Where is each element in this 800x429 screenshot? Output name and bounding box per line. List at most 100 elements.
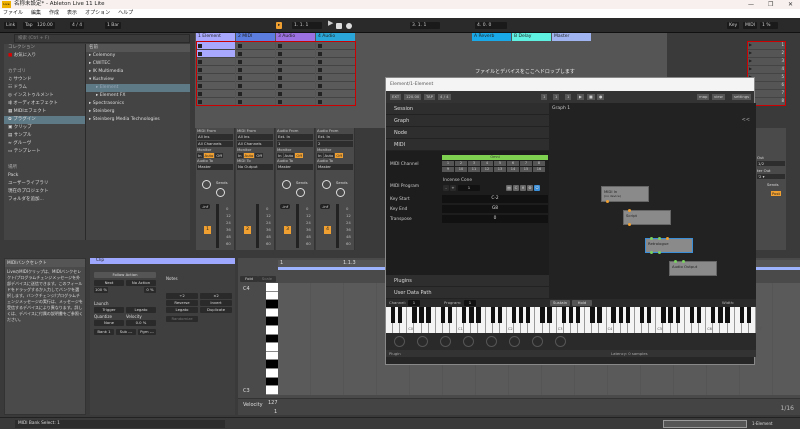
black-key[interactable] [739, 307, 744, 323]
browser-folder[interactable]: ▸ Element [86, 84, 190, 92]
volume-readout[interactable]: -inf [280, 204, 291, 209]
halve-button[interactable]: ÷2 [166, 293, 198, 299]
output-select[interactable]: No Output [237, 164, 273, 170]
monitor-off-button[interactable]: Off [215, 153, 223, 158]
black-key[interactable] [266, 300, 278, 309]
key-start-field[interactable]: C-2 [442, 195, 548, 203]
settings-button[interactable]: settings [732, 94, 752, 100]
section-node[interactable]: Node [386, 127, 549, 139]
chance-a-field[interactable]: 100 % [94, 287, 108, 293]
send-a-knob[interactable] [202, 180, 211, 189]
sustain-button[interactable]: Sustain [550, 300, 570, 306]
macro-knob[interactable] [394, 336, 405, 347]
white-key[interactable] [266, 283, 278, 292]
tempo-field[interactable]: 120.00 [404, 94, 422, 100]
category-item[interactable]: ☷ ドラム [4, 84, 85, 92]
macro-knob[interactable] [555, 336, 566, 347]
black-key[interactable] [675, 307, 680, 323]
black-key[interactable] [625, 307, 631, 323]
channel-toggle[interactable]: 14 [507, 167, 519, 172]
loop-length-field[interactable]: 4. 0. 0 [475, 22, 507, 29]
ext-button[interactable]: EXT [390, 94, 402, 100]
scale-button[interactable]: Scale [258, 276, 276, 282]
category-item[interactable]: ◎ インストゥルメント [4, 92, 85, 100]
menu-create[interactable]: 作成 [49, 9, 59, 18]
white-key[interactable] [266, 343, 278, 352]
input-type-select[interactable]: Ext. In [317, 134, 353, 140]
map-button[interactable]: map [697, 94, 710, 100]
section-session[interactable]: Session [386, 103, 549, 115]
category-item[interactable]: ⇶ オーディオエフェクト [4, 100, 85, 108]
browser-folder[interactable]: ▸ Element FX [86, 92, 190, 100]
close-button[interactable]: ✕ [788, 0, 793, 9]
channel-toggle[interactable]: 16 [533, 167, 545, 172]
category-item[interactable]: ▦ MIDIエフェクト [4, 108, 85, 116]
black-key[interactable] [412, 307, 417, 323]
program-field[interactable]: 1 [464, 300, 476, 306]
legato-notes-button[interactable]: Legato [166, 307, 198, 313]
omni-toggle[interactable]: Omni [442, 155, 548, 160]
power-icon[interactable]: ⏻ [534, 185, 540, 191]
beat-field[interactable]: 1 [553, 94, 560, 100]
black-key[interactable] [511, 307, 517, 323]
place-item[interactable]: ユーザーライブラリ [4, 180, 85, 188]
black-key[interactable] [597, 307, 602, 323]
velocity-field[interactable]: 0.0 % [126, 320, 156, 326]
output-select[interactable]: Master [277, 164, 313, 170]
menu-file[interactable]: ファイル [3, 9, 23, 18]
stop-button[interactable]: ■ [587, 94, 595, 100]
program-value[interactable]: 1 [458, 185, 480, 191]
category-item[interactable]: ▣ クリップ [4, 124, 85, 132]
node-midi-in[interactable]: MIDI In (no device) [601, 186, 649, 203]
black-key[interactable] [518, 307, 524, 323]
black-key[interactable] [590, 307, 595, 323]
menu-view[interactable]: 表示 [67, 9, 77, 18]
black-key[interactable] [647, 307, 652, 323]
loop-start-field[interactable]: 3. 1. 1 [410, 22, 440, 29]
collapse-icon[interactable]: << [742, 117, 750, 123]
browser-folder[interactable]: ▸ CWITEC [86, 60, 190, 68]
save-icon[interactable]: ▤ [506, 185, 512, 191]
tempo-field[interactable]: 120.00 [35, 22, 55, 29]
collection-favorites[interactable]: ■ お気に入り [4, 52, 85, 60]
send-b-knob[interactable] [216, 188, 225, 197]
send-b-knob[interactable] [296, 188, 305, 197]
black-key[interactable] [266, 377, 278, 387]
signature-field[interactable]: 4 / 4 [438, 94, 451, 100]
black-key[interactable] [746, 307, 752, 323]
program-increment[interactable]: + [450, 185, 456, 191]
white-key[interactable] [266, 308, 278, 318]
channel-toggle[interactable]: 8 [533, 161, 545, 166]
output-select[interactable]: Master [197, 164, 233, 170]
channel-toggle[interactable]: 4 [481, 161, 493, 166]
track-activator[interactable]: 4 [324, 226, 331, 234]
place-item[interactable]: Pack [4, 172, 85, 180]
black-key[interactable] [618, 307, 623, 323]
channel-toggle[interactable]: 11 [468, 167, 480, 172]
monitor-off-button[interactable]: Off [335, 153, 343, 158]
program-decrement[interactable]: - [443, 185, 449, 191]
black-key[interactable] [440, 307, 446, 323]
section-user-data-path[interactable]: User Data Path [386, 287, 549, 299]
category-item[interactable]: ▤ サンプル [4, 132, 85, 140]
menu-edit[interactable]: 編集 [31, 9, 41, 18]
return-track-header[interactable]: B Delay [512, 33, 551, 41]
graph-editor[interactable]: Graph 1 << MIDI In (no device) Script Ret… [549, 103, 756, 299]
duplicate-button[interactable]: Duplicate [200, 307, 232, 313]
node-retrologue[interactable]: Retrologue [645, 237, 693, 254]
follow-action-a-select[interactable]: Next [94, 280, 124, 286]
minimize-button[interactable]: — [748, 0, 754, 9]
track-header[interactable]: 3 Audio [276, 33, 315, 41]
black-key[interactable] [540, 307, 545, 323]
launch-mode-select[interactable]: Trigger [94, 307, 124, 313]
link-button[interactable]: Link [4, 22, 18, 29]
chance-b-field[interactable]: 0 % [144, 287, 156, 293]
white-key[interactable] [266, 351, 278, 361]
black-key[interactable] [447, 307, 453, 323]
channel-toggle[interactable]: 12 [481, 167, 493, 172]
channel-toggle[interactable]: 6 [507, 161, 519, 166]
reverse-button[interactable]: Reverse [166, 300, 198, 306]
channel-toggle[interactable]: 5 [494, 161, 506, 166]
channel-toggle[interactable]: 15 [520, 167, 532, 172]
key-end-field[interactable]: G8 [442, 205, 548, 213]
